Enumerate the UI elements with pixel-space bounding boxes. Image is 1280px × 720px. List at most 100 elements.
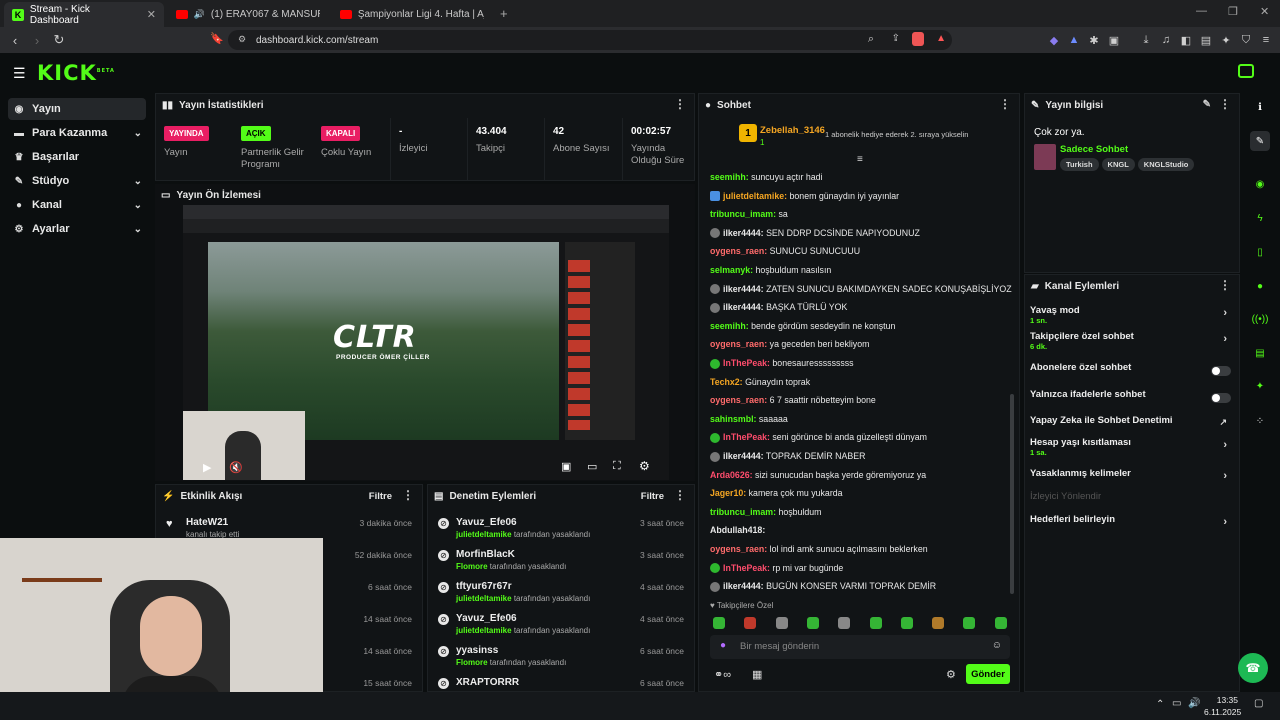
moderator-name[interactable]: julietdeltamike [456, 594, 512, 603]
sidebar-item-basarilar[interactable]: ♛ Başarılar [8, 146, 146, 168]
channel-action-item[interactable]: Hesap yaşı kısıtlaması 1 sa. › [1030, 437, 1235, 457]
zoom-search-icon[interactable]: ⌕ [868, 33, 874, 46]
chat-username[interactable]: ilker4444 [723, 302, 761, 312]
share-icon[interactable]: ⇪ [892, 33, 900, 44]
chat-username[interactable]: ilker4444 [723, 581, 761, 591]
emote-icon[interactable] [932, 617, 945, 629]
more-options-icon[interactable]: ⋮ [1219, 279, 1231, 291]
minimize-icon[interactable]: — [1196, 5, 1207, 17]
bookmark-icon[interactable]: 🔖 [210, 32, 224, 45]
moderated-user[interactable]: MorfinBlacK [456, 549, 515, 560]
new-tab-icon[interactable]: + [500, 6, 508, 21]
theater-mode-icon[interactable]: ▭ [587, 460, 597, 473]
wrench-icon[interactable]: ✦ [1250, 376, 1270, 396]
browser-tab-youtube-2[interactable]: Şampiyonlar Ligi 4. Hafta | Ajax - Gala [332, 2, 492, 27]
chat-username[interactable]: oygens_raen [710, 339, 764, 349]
wallet-icon[interactable]: ▤ [1198, 32, 1214, 48]
music-icon[interactable]: ♫ [1158, 32, 1174, 48]
play-icon[interactable]: ▶ [203, 461, 211, 474]
sidebar-toggle-icon[interactable]: ◧ [1178, 32, 1194, 48]
close-tab-icon[interactable]: ✕ [147, 8, 156, 21]
picture-in-picture-icon[interactable]: ▣ [561, 460, 571, 473]
site-info-icon[interactable]: ⚙ [238, 34, 246, 45]
edit-layout-icon[interactable]: ✎ [1250, 131, 1270, 151]
chat-settings-icon[interactable]: ⚙ [946, 668, 956, 681]
send-button[interactable]: Gönder [966, 664, 1010, 684]
fullscreen-icon[interactable]: ⛶ [613, 460, 621, 473]
filter-button[interactable]: Filtre [369, 491, 392, 502]
broadcast-icon[interactable]: ((•)) [1250, 309, 1270, 329]
activity-user[interactable]: HateW21 [186, 517, 228, 528]
sidebar-item-yayin[interactable]: ◉ Yayın [8, 98, 146, 120]
store-icon[interactable]: ▦ [752, 668, 762, 681]
reload-icon[interactable]: ↻ [48, 32, 70, 48]
rewards-icon[interactable]: ▲ [936, 33, 946, 44]
vpn-icon[interactable]: ▲ [1066, 32, 1082, 48]
sidebar-item-studyo[interactable]: ✎ Stüdyo ⌄ [8, 170, 146, 192]
browser-tab-youtube-1[interactable]: 🔊 (1) ERAY067 & MANSUR X ORGA [168, 2, 328, 27]
moderator-name[interactable]: Flomore [456, 562, 488, 571]
moderator-name[interactable]: julietdeltamike [456, 626, 512, 635]
channel-action-item[interactable]: Yapay Zeka ile Sohbet Denetimi ↗ [1030, 415, 1235, 435]
media-icon[interactable]: ▣ [1106, 32, 1122, 48]
support-chat-icon[interactable]: ☎ [1238, 653, 1268, 683]
collapse-icon[interactable]: ≡ [857, 154, 863, 165]
channel-action-item[interactable]: İzleyici Yönlendir [1030, 491, 1235, 511]
chat-username[interactable]: ilker4444 [723, 451, 761, 461]
menu-icon[interactable]: ≡ [1258, 32, 1274, 48]
toggle-switch[interactable] [1211, 393, 1231, 403]
chat-username[interactable]: tribuncu_imam [710, 507, 773, 517]
kick-logo[interactable]: KICKBETA [37, 61, 115, 85]
chat-icon[interactable]: ● [1250, 276, 1270, 296]
tag[interactable]: KNGLStudio [1137, 158, 1195, 171]
emote-icon[interactable] [994, 617, 1007, 629]
chat-username[interactable]: seemihh [710, 321, 746, 331]
emote-icon[interactable] [838, 617, 851, 629]
volume-icon[interactable]: 🔊 [1188, 698, 1200, 709]
channel-action-item[interactable]: Takipçilere özel sohbet 6 dk. › [1030, 331, 1235, 351]
chat-username[interactable]: Arda0626 [710, 470, 750, 480]
flash-icon[interactable]: ϟ [1250, 208, 1270, 228]
more-options-icon[interactable]: ⋮ [1219, 98, 1231, 110]
sidebar-item-para-kazanma[interactable]: ▬ Para Kazanma ⌄ [8, 122, 146, 144]
more-options-icon[interactable]: ⋮ [674, 489, 686, 501]
chat-username[interactable]: oygens_raen [710, 395, 764, 405]
channel-action-item[interactable]: Abonelere özel sohbet [1030, 362, 1235, 382]
chat-username[interactable]: InThePeak [723, 432, 767, 442]
chat-username[interactable]: InThePeak [723, 563, 767, 573]
emoji-icon[interactable]: ☺ [992, 640, 1002, 651]
camera-icon[interactable]: ◉ [1250, 174, 1270, 194]
notification-icon[interactable]: ▢ [1254, 698, 1263, 709]
emote-icon[interactable] [869, 617, 882, 629]
emote-icon[interactable] [963, 617, 976, 629]
back-icon[interactable]: ‹ [4, 33, 26, 48]
tag[interactable]: KNGL [1101, 158, 1135, 171]
link-icon[interactable]: ⚭∞ [714, 668, 731, 681]
toggle-switch[interactable] [1211, 366, 1231, 376]
moderated-user[interactable]: yyasinss [456, 645, 498, 656]
moderator-name[interactable]: Flomore [456, 658, 488, 667]
pinned-user[interactable]: Zebellah_3146 [760, 125, 825, 136]
moderated-user[interactable]: tftyur67r67r [456, 581, 512, 592]
channel-action-item[interactable]: Yavaş mod 1 sn. › [1030, 305, 1235, 325]
sidebar-item-kanal[interactable]: ● Kanal ⌄ [8, 194, 146, 216]
download-icon[interactable]: ⤓ [1138, 32, 1154, 48]
info-icon[interactable]: ℹ [1250, 97, 1270, 117]
channel-action-item[interactable]: Hedefleri belirleyin › [1030, 514, 1235, 534]
forward-icon[interactable]: › [26, 33, 48, 48]
extension-icon[interactable]: ◆ [1046, 32, 1062, 48]
chat-username[interactable]: selmanyk [710, 265, 750, 275]
kick-studio-icon[interactable] [1238, 64, 1254, 78]
mute-icon[interactable]: 🔇 [229, 461, 243, 474]
chat-username[interactable]: Techx2 [710, 377, 740, 387]
network-icon[interactable]: ▭ [1172, 698, 1181, 709]
maximize-icon[interactable]: ❐ [1228, 5, 1238, 18]
shield-icon[interactable]: ⛉ [1238, 32, 1254, 48]
emote-icon[interactable] [713, 617, 725, 629]
moderated-user[interactable]: XRAPTORRR [456, 677, 519, 688]
emote-icon[interactable] [806, 617, 819, 629]
hamburger-menu-icon[interactable]: ☰ [13, 65, 26, 82]
document-icon[interactable]: ▯ [1250, 242, 1270, 262]
emote-icon[interactable] [775, 617, 788, 629]
edit-icon[interactable]: ✎ [1203, 99, 1211, 110]
